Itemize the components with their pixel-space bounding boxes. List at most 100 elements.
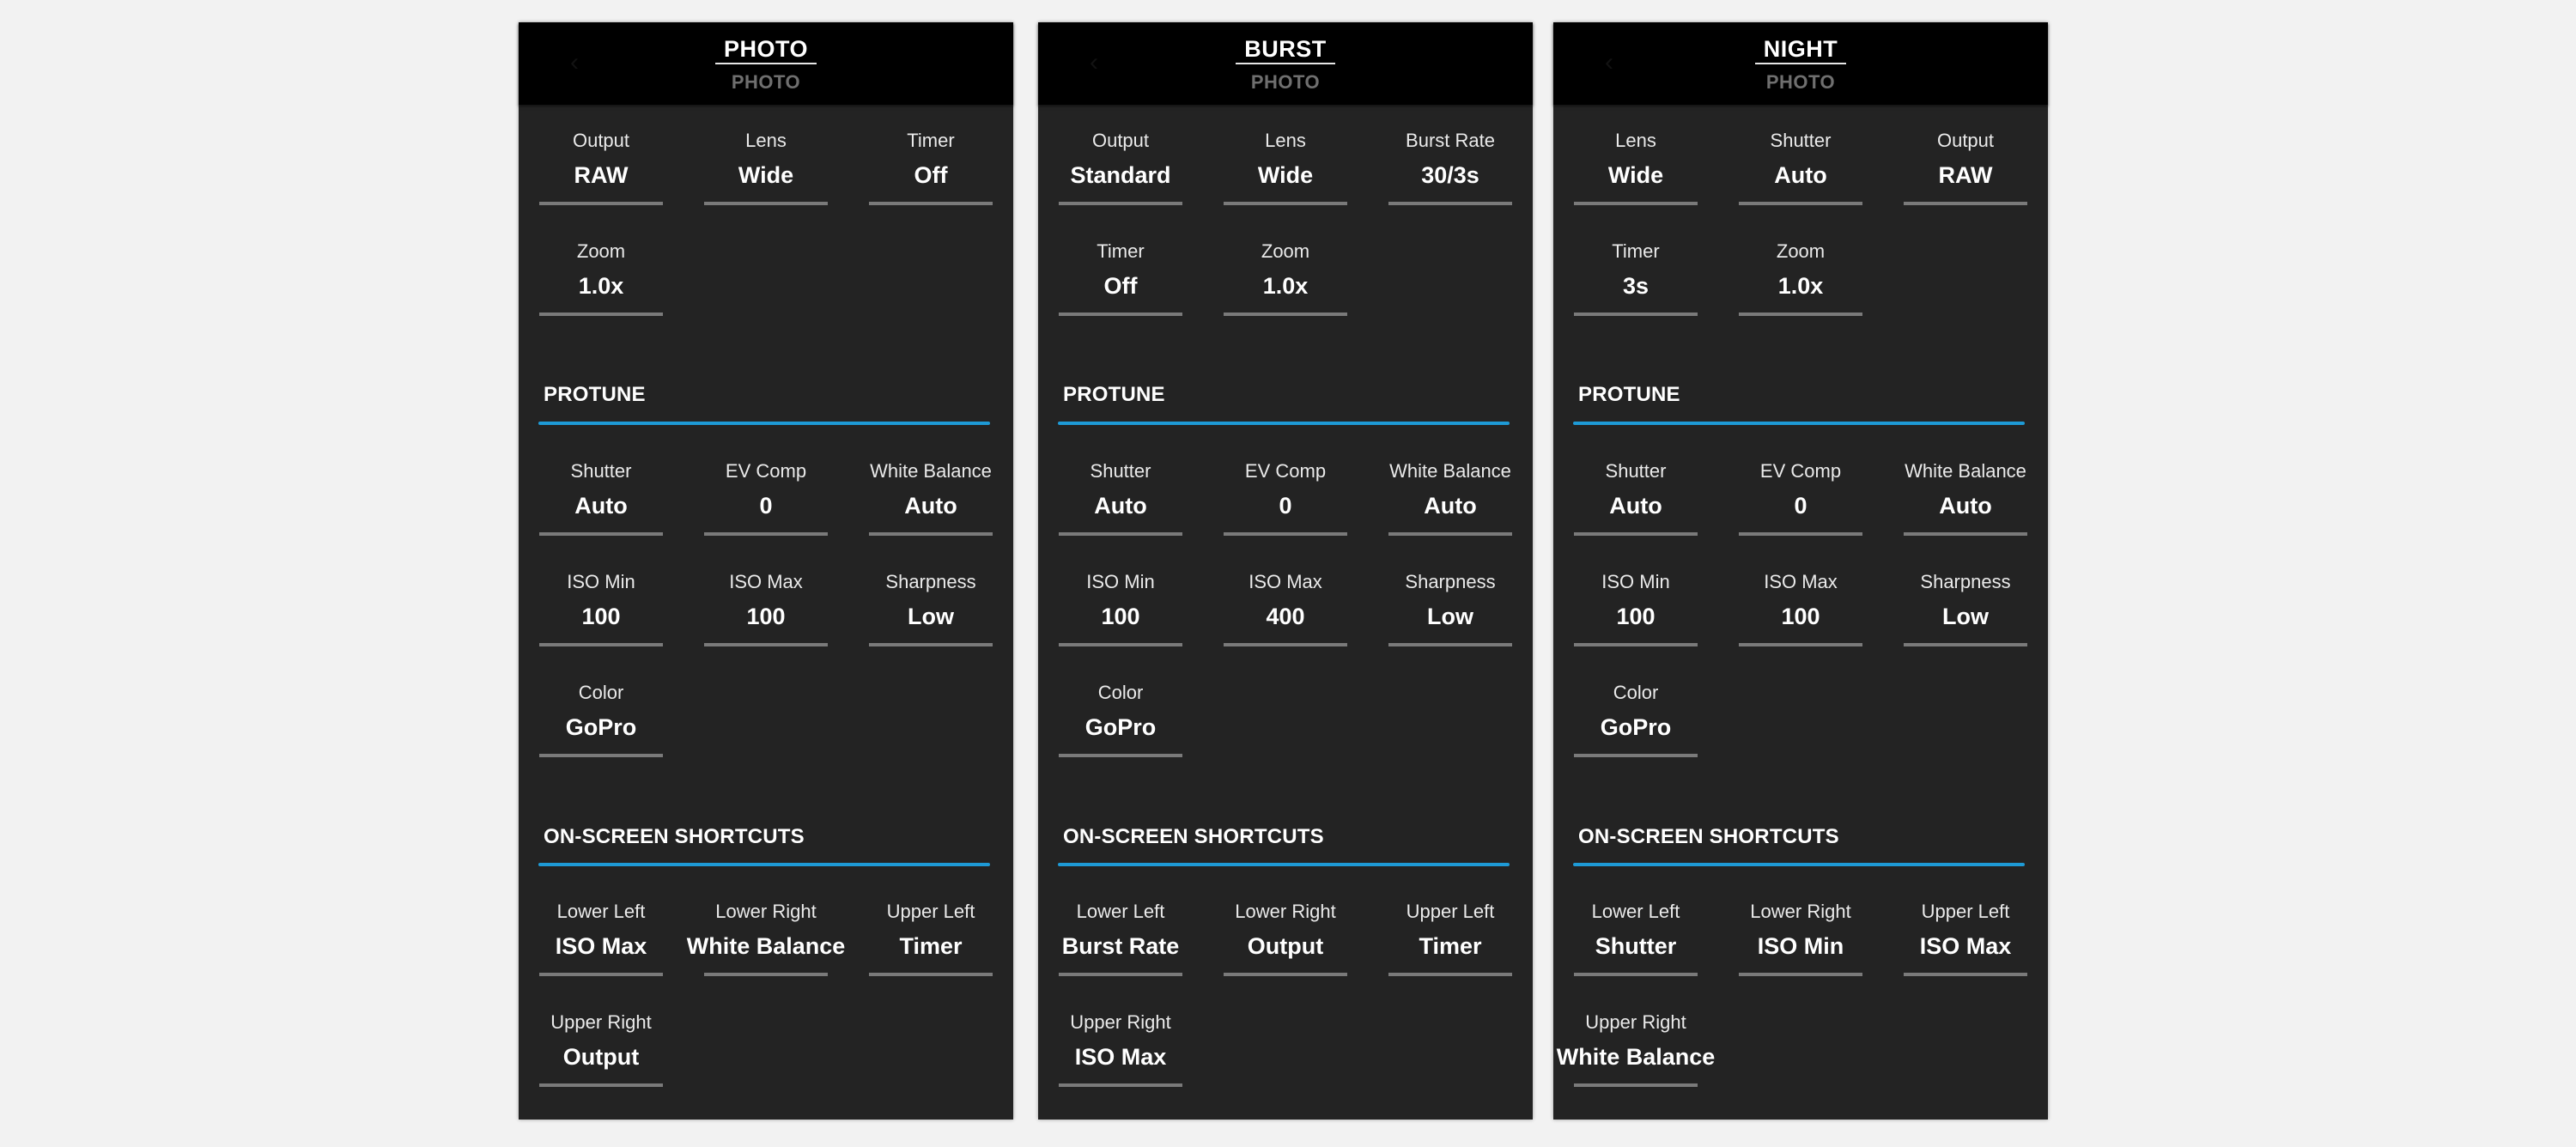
setting-value: Timer <box>1419 933 1482 959</box>
setting-value: Shutter <box>1595 933 1677 959</box>
setting-lower-right[interactable]: Lower Right Output <box>1224 901 1347 995</box>
mode-title: NIGHT <box>1754 36 1847 64</box>
setting-burst-rate[interactable]: Burst Rate 30/3s <box>1388 130 1512 224</box>
setting-upper-right[interactable]: Upper Right Output <box>539 1011 663 1106</box>
setting-ev-comp[interactable]: EV Comp 0 <box>1739 460 1862 555</box>
setting-value: Auto <box>1609 493 1662 519</box>
setting-upper-right[interactable]: Upper Right White Balance <box>1557 1011 1715 1106</box>
setting-value: Output <box>562 1044 640 1070</box>
setting-zoom[interactable]: Zoom 1.0x <box>1224 240 1347 335</box>
setting-lower-right[interactable]: Lower Right White Balance <box>687 901 845 995</box>
setting-lens[interactable]: Lens Wide <box>704 130 828 224</box>
setting-timer[interactable]: Timer 3s <box>1574 240 1698 335</box>
setting-value: Off <box>914 162 948 188</box>
setting-underline <box>1574 754 1698 757</box>
setting-shutter[interactable]: Shutter Auto <box>1059 460 1182 555</box>
setting-value: 30/3s <box>1421 162 1479 188</box>
setting-iso-max[interactable]: ISO Max 100 <box>1739 571 1862 665</box>
setting-underline <box>1059 202 1182 205</box>
setting-underline <box>539 973 663 976</box>
setting-value: 0 <box>1794 493 1807 519</box>
setting-value: Burst Rate <box>1061 933 1180 959</box>
setting-underline <box>704 532 828 536</box>
setting-shutter[interactable]: Shutter Auto <box>1574 460 1698 555</box>
setting-underline <box>1904 202 2027 205</box>
setting-underline <box>1059 754 1182 757</box>
setting-lower-left[interactable]: Lower Left Shutter <box>1574 901 1698 995</box>
setting-label: Timer <box>1097 240 1145 262</box>
setting-output[interactable]: Output RAW <box>1904 130 2027 224</box>
setting-value: Output <box>1247 933 1324 959</box>
setting-ev-comp[interactable]: EV Comp 0 <box>1224 460 1347 555</box>
setting-sharpness[interactable]: Sharpness Low <box>869 571 993 665</box>
setting-label: White Balance <box>870 460 992 482</box>
setting-underline <box>704 202 828 205</box>
setting-shutter[interactable]: Shutter Auto <box>539 460 663 555</box>
setting-label: ISO Max <box>1249 571 1322 592</box>
setting-sharpness[interactable]: Sharpness Low <box>1904 571 2027 665</box>
setting-label: ISO Max <box>729 571 803 592</box>
setting-lens[interactable]: Lens Wide <box>1574 130 1698 224</box>
setting-value: ISO Min <box>1757 933 1844 959</box>
setting-underline <box>539 754 663 757</box>
setting-underline <box>1574 1083 1698 1087</box>
setting-underline <box>1388 532 1512 536</box>
setting-value: Low <box>908 604 954 629</box>
setting-lower-left[interactable]: Lower Left Burst Rate <box>1059 901 1182 995</box>
setting-color[interactable]: Color GoPro <box>1059 682 1182 776</box>
setting-label: Timer <box>1612 240 1660 262</box>
setting-underline <box>1059 973 1182 976</box>
setting-iso-min[interactable]: ISO Min 100 <box>1059 571 1182 665</box>
setting-zoom[interactable]: Zoom 1.0x <box>539 240 663 335</box>
setting-upper-left[interactable]: Upper Left ISO Max <box>1904 901 2027 995</box>
setting-upper-left[interactable]: Upper Left Timer <box>869 901 993 995</box>
setting-lens[interactable]: Lens Wide <box>1224 130 1347 224</box>
setting-label: ISO Max <box>1764 571 1838 592</box>
setting-color[interactable]: Color GoPro <box>539 682 663 776</box>
setting-label: Zoom <box>576 240 626 262</box>
section-divider <box>1573 863 2025 866</box>
mode-subtitle: PHOTO <box>1250 71 1321 93</box>
mode-panel-burst: ‹ BURST PHOTO Output Standard Lens Wide Burst R… <box>1038 22 1533 1120</box>
section-divider <box>538 863 990 866</box>
section-title-shortcuts: ON-SCREEN SHORTCUTS <box>1578 825 1839 848</box>
setting-timer[interactable]: Timer Off <box>1059 240 1182 335</box>
setting-upper-right[interactable]: Upper Right ISO Max <box>1059 1011 1182 1106</box>
setting-label: Sharpness <box>1920 571 2011 592</box>
setting-shutter[interactable]: Shutter Auto <box>1739 130 1862 224</box>
setting-value: Auto <box>1094 493 1147 519</box>
setting-lower-left[interactable]: Lower Left ISO Max <box>539 901 663 995</box>
setting-iso-min[interactable]: ISO Min 100 <box>1574 571 1698 665</box>
setting-value: White Balance <box>1556 1044 1716 1070</box>
setting-sharpness[interactable]: Sharpness Low <box>1388 571 1512 665</box>
setting-value: White Balance <box>686 933 846 959</box>
setting-lower-right[interactable]: Lower Right ISO Min <box>1739 901 1862 995</box>
setting-upper-left[interactable]: Upper Left Timer <box>1388 901 1512 995</box>
setting-iso-min[interactable]: ISO Min 100 <box>539 571 663 665</box>
setting-label: Lower Right <box>1750 901 1851 922</box>
setting-color[interactable]: Color GoPro <box>1574 682 1698 776</box>
setting-ev-comp[interactable]: EV Comp 0 <box>704 460 828 555</box>
setting-label: Timer <box>907 130 955 151</box>
setting-white-balance[interactable]: White Balance Auto <box>1904 460 2027 555</box>
setting-zoom[interactable]: Zoom 1.0x <box>1739 240 1862 335</box>
setting-output[interactable]: Output RAW <box>539 130 663 224</box>
setting-underline <box>539 313 663 316</box>
setting-underline <box>1059 1083 1182 1087</box>
setting-underline <box>1904 643 2027 646</box>
setting-white-balance[interactable]: White Balance Auto <box>1388 460 1512 555</box>
setting-underline <box>1739 313 1862 316</box>
setting-iso-max[interactable]: ISO Max 100 <box>704 571 828 665</box>
setting-value: Low <box>1427 604 1473 629</box>
setting-output[interactable]: Output Standard <box>1059 130 1182 224</box>
setting-underline <box>1739 532 1862 536</box>
setting-label: EV Comp <box>725 460 807 482</box>
section-title-shortcuts: ON-SCREEN SHORTCUTS <box>1063 825 1324 848</box>
setting-underline <box>1059 643 1182 646</box>
setting-label: Lower Right <box>1235 901 1336 922</box>
setting-white-balance[interactable]: White Balance Auto <box>869 460 993 555</box>
panel-header: ‹ NIGHT PHOTO <box>1553 22 2048 105</box>
section-divider <box>1573 422 2025 425</box>
setting-timer[interactable]: Timer Off <box>869 130 993 224</box>
setting-iso-max[interactable]: ISO Max 400 <box>1224 571 1347 665</box>
